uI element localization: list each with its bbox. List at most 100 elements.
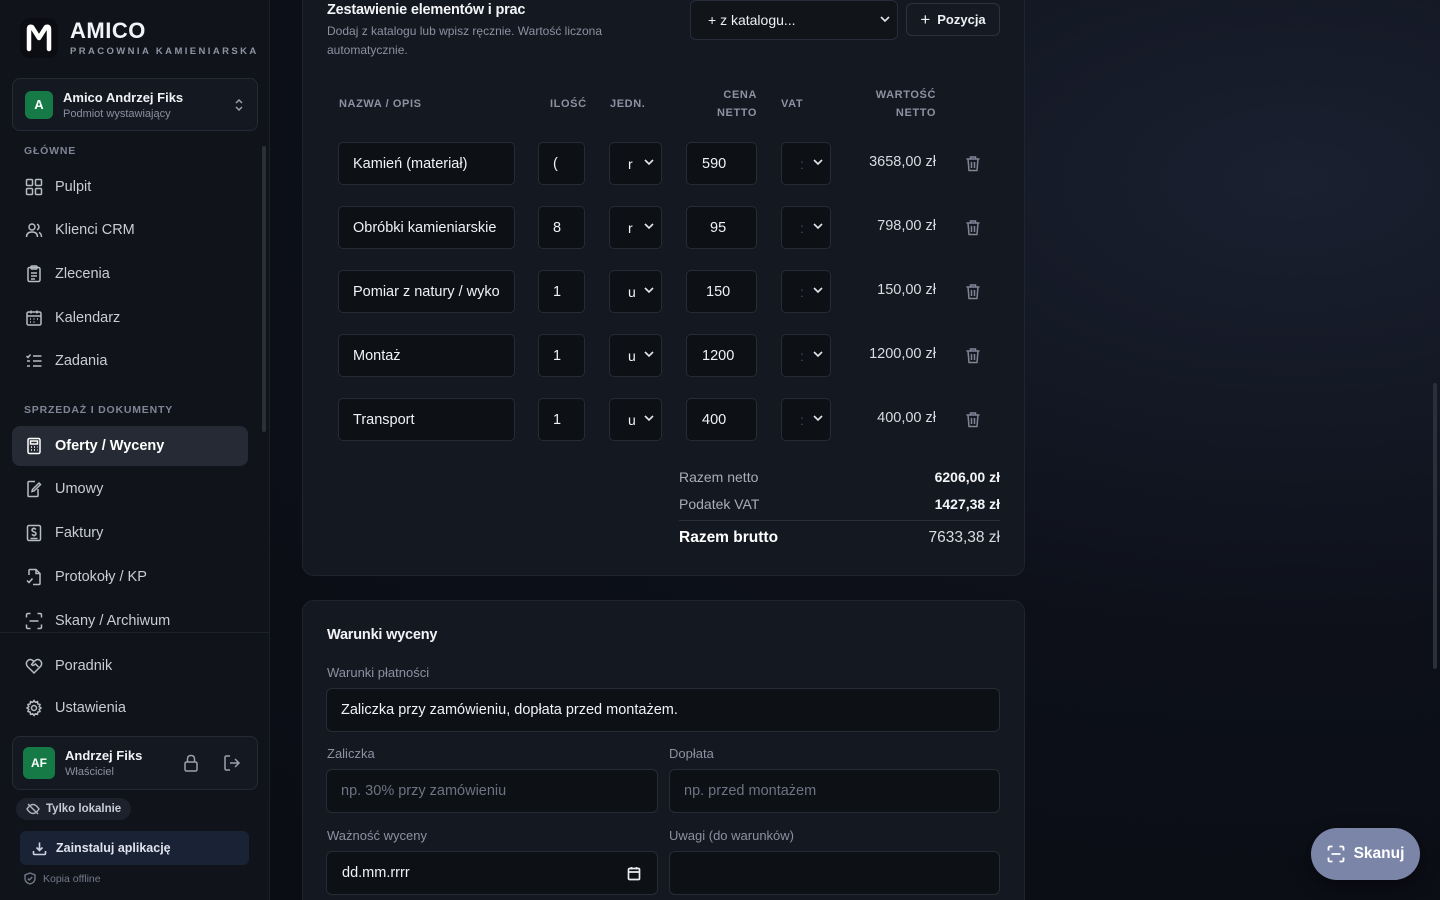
item-unit-select[interactable]: r [609,206,662,249]
local-only-badge: Tylko lokalnie [16,798,132,820]
sidebar-item-oferty[interactable]: Oferty / Wyceny [12,426,248,466]
column-header-price-line1: CENA [723,89,757,101]
item-qty-input[interactable]: 1 [538,398,585,441]
entity-avatar: A [25,90,53,119]
sidebar-item-faktury[interactable]: Faktury [12,513,248,553]
sidebar-item-pulpit[interactable]: Pulpit [12,167,248,207]
grid-icon [24,177,44,197]
gear-icon [24,698,44,718]
install-app-label: Zainstaluj aplikację [56,841,171,855]
trash-icon[interactable] [965,283,981,305]
trash-icon[interactable] [965,155,981,177]
avatar: AF [23,747,55,779]
logout-icon[interactable] [223,754,241,777]
item-price-input[interactable]: 400 [686,398,757,441]
item-unit-value: r [628,219,633,236]
notes-label: Uwagi (do warunków) [669,828,794,843]
notes-input[interactable] [669,851,1000,895]
column-header-value-line1: WARTOŚĆ [875,89,936,101]
sidebar-item-kalendarz[interactable]: Kalendarz [12,298,248,338]
sidebar-item-ustawienia[interactable]: Ustawienia [12,688,248,728]
item-unit-value: r [628,155,633,172]
add-position-button[interactable]: + Pozycja [906,3,1000,36]
lock-icon[interactable] [183,754,199,777]
item-unit-select[interactable]: u [609,334,662,377]
chevron-down-icon [813,287,823,294]
column-header-vat: VAT [781,98,804,110]
user-card[interactable]: AF Andrzej Fiks Właściciel [12,736,258,790]
item-unit-value: u [628,411,636,428]
users-icon [24,220,44,240]
item-name-input[interactable]: Kamień (materiał) [338,142,515,185]
entity-switcher[interactable]: A Amico Andrzej Fiks Podmiot wystawiając… [12,78,258,131]
payment-terms-input[interactable]: Zaliczka przy zamówieniu, dopłata przed … [326,688,1000,732]
calendar-icon[interactable] [627,866,641,885]
item-name-input[interactable]: Transport [338,398,515,441]
scan-button-label: Skanuj [1353,845,1405,862]
validity-date-value: dd.mm.rrrr [342,865,410,881]
trash-icon[interactable] [965,347,981,369]
item-vat-select[interactable]: : [781,206,831,249]
offline-copy-label: Kopia offline [43,872,101,885]
column-header-value-line2: NETTO [895,107,936,119]
invoice-icon [24,523,44,543]
total-vat-label: Podatek VAT [679,496,760,512]
main-scrollbar[interactable] [1433,383,1437,669]
brand-name: AMICO [70,17,146,43]
catalog-select[interactable]: + z katalogu... [690,0,898,40]
item-vat-select[interactable]: : [781,334,831,377]
install-app-button[interactable]: Zainstaluj aplikację [20,831,249,865]
item-qty-input[interactable]: ( [538,142,585,185]
chevron-down-icon [644,415,654,422]
deposit-input[interactable]: np. 30% przy zamówieniu [326,769,658,813]
item-vat-select[interactable]: : [781,270,831,313]
surcharge-input[interactable]: np. przed montażem [669,769,1000,813]
sidebar-scrollbar[interactable] [262,146,266,432]
chevron-down-icon [813,159,823,166]
item-unit-value: u [628,347,636,364]
catalog-select-value: + z katalogu... [708,12,796,28]
trash-icon[interactable] [965,219,981,241]
sidebar-item-label: Protokoły / KP [55,569,147,585]
validity-date-input[interactable]: dd.mm.rrrr [326,851,658,895]
scan-icon [1327,845,1344,863]
sidebar-item-zlecenia[interactable]: Zlecenia [12,254,248,294]
item-name-input[interactable]: Pomiar z natury / wyko [338,270,515,313]
sidebar-item-label: Klienci CRM [55,222,135,238]
item-name-input[interactable]: Montaż [338,334,515,377]
item-unit-select[interactable]: r [609,142,662,185]
chevron-down-icon [813,351,823,358]
item-price-input[interactable]: 95 [686,206,757,249]
item-qty-input[interactable]: 8 [538,206,585,249]
item-vat-select[interactable]: : [781,398,831,441]
scan-button[interactable]: Skanuj [1311,828,1420,880]
sidebar-item-protokoly[interactable]: Protokoły / KP [12,557,248,597]
sidebar-item-skany[interactable]: Skany / Archiwum [12,601,248,641]
sidebar-item-zadania[interactable]: Zadania [12,341,248,381]
chevron-down-icon [644,223,654,230]
totals-divider [679,520,1000,521]
item-price-input[interactable]: 1200 [686,334,757,377]
trash-icon[interactable] [965,411,981,433]
column-header-price-line2: NETTO [717,107,758,119]
sidebar-item-klienci[interactable]: Klienci CRM [12,210,248,250]
item-unit-select[interactable]: u [609,398,662,441]
brand-subtitle: PRACOWNIA KAMIENIARSKA [70,45,259,57]
item-price-input[interactable]: 590 [686,142,757,185]
item-qty-input[interactable]: 1 [538,334,585,377]
sidebar-item-poradnik[interactable]: Poradnik [12,646,248,686]
item-unit-value: u [628,283,636,300]
item-price-input[interactable]: 150 [686,270,757,313]
sidebar-item-label: Faktury [55,525,104,541]
item-unit-select[interactable]: u [609,270,662,313]
item-qty-input[interactable]: 1 [538,270,585,313]
section-label-main: GŁÓWNE [24,145,77,157]
item-net-value: 3658,00 zł [869,154,936,170]
item-net-value: 798,00 zł [877,218,936,234]
item-vat-select[interactable]: : [781,142,831,185]
item-name-input[interactable]: Obróbki kamieniarskie [338,206,515,249]
add-position-label: Pozycja [937,12,986,27]
contract-icon [24,479,44,499]
brand[interactable]: AMICO PRACOWNIA KAMIENIARSKA [20,18,259,58]
sidebar-item-umowy[interactable]: Umowy [12,469,248,509]
